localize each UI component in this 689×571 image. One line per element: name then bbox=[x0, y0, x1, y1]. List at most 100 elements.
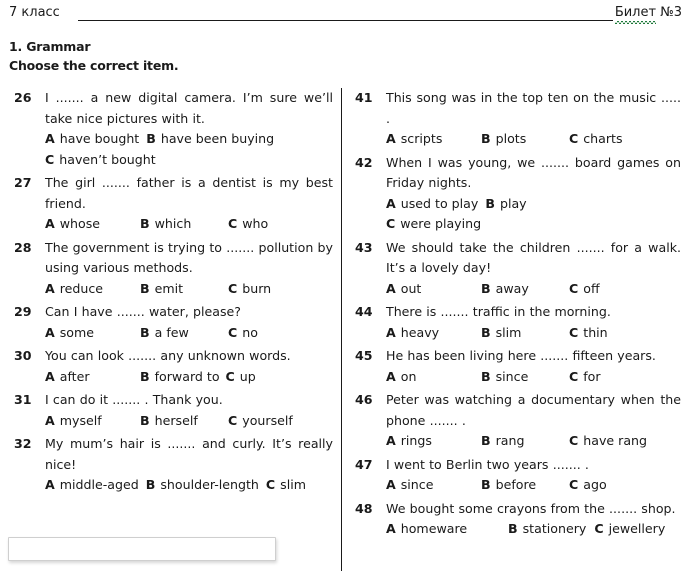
answer-option[interactable]: Arings bbox=[386, 431, 481, 452]
options-row: Aafter Bforward to Cup bbox=[45, 367, 341, 388]
answer-option[interactable]: Bbefore bbox=[481, 475, 569, 496]
question-item: 48 We bought some crayons from the ......… bbox=[351, 499, 689, 540]
answer-option[interactable]: Coff bbox=[569, 279, 600, 300]
answer-option[interactable]: Cwere playing bbox=[386, 214, 481, 235]
answer-option[interactable]: Bplots bbox=[481, 129, 569, 150]
answer-option[interactable]: Cfor bbox=[569, 367, 601, 388]
section-instruction: Choose the correct item. bbox=[9, 58, 179, 73]
option-letter: B bbox=[481, 433, 491, 448]
answer-option[interactable]: Aheavy bbox=[386, 323, 481, 344]
answer-option[interactable]: Cburn bbox=[228, 279, 271, 300]
option-letter: A bbox=[386, 521, 396, 536]
option-text: homeware bbox=[400, 521, 468, 536]
answer-option[interactable]: Ba few bbox=[140, 323, 228, 344]
answer-option[interactable]: Asince bbox=[386, 475, 481, 496]
option-text: myself bbox=[59, 412, 102, 428]
answer-option[interactable]: Awhose bbox=[45, 214, 140, 235]
left-question-column: 26 I ....... a new digital camera. I’m su… bbox=[0, 88, 341, 571]
answer-option[interactable]: Brang bbox=[481, 431, 569, 452]
option-text: since bbox=[495, 368, 529, 384]
option-letter: C bbox=[386, 216, 396, 231]
option-text: scripts bbox=[400, 131, 443, 146]
answer-option[interactable]: Aout bbox=[386, 279, 481, 300]
option-letter: B bbox=[508, 521, 518, 536]
option-letter: C bbox=[569, 477, 579, 492]
question-text: There is ....... traffic in the morning. bbox=[386, 304, 611, 319]
answer-option[interactable]: Amiddle-aged bbox=[45, 475, 139, 496]
answer-option[interactable]: Aafter bbox=[45, 367, 140, 388]
options-row: Aheavy Bslim Cthin bbox=[386, 323, 689, 344]
option-text: forward to bbox=[154, 368, 220, 384]
answer-option[interactable]: Asome bbox=[45, 323, 140, 344]
answer-option[interactable]: Ahomeware bbox=[386, 519, 508, 540]
question-body: We bought some crayons from the ....... … bbox=[386, 499, 689, 540]
answer-option[interactable]: Bemit bbox=[140, 279, 228, 300]
option-letter: B bbox=[140, 280, 150, 296]
question-text: My mum’s hair is ....... and curly. It’s… bbox=[45, 436, 333, 472]
option-text: used to play bbox=[400, 195, 479, 211]
option-text: have been buying bbox=[160, 131, 275, 146]
options-row: Aon Bsince Cfor bbox=[386, 367, 689, 388]
answer-option[interactable]: Cthin bbox=[569, 323, 608, 344]
answer-option[interactable]: Ascripts bbox=[386, 129, 481, 150]
answer-option[interactable]: Chaven’t bought bbox=[45, 150, 156, 171]
answer-option[interactable]: Cup bbox=[226, 367, 256, 388]
answer-option[interactable]: Cjewellery bbox=[594, 519, 665, 540]
answer-option[interactable]: Bforward to bbox=[140, 367, 220, 388]
option-letter: A bbox=[45, 324, 55, 340]
answer-option[interactable]: Ahave bought bbox=[45, 129, 139, 150]
answer-option[interactable]: Bshoulder-length bbox=[146, 475, 259, 496]
option-letter: A bbox=[386, 195, 396, 211]
options-row: Arings Brang Chave rang bbox=[386, 431, 689, 452]
options-row: Ahave bought Bhave been buying bbox=[45, 129, 341, 150]
answer-option[interactable]: Bwhich bbox=[140, 214, 228, 235]
option-letter: B bbox=[146, 131, 156, 146]
question-text: I can do it ....... . Thank you. bbox=[45, 392, 223, 407]
option-text: burn bbox=[242, 280, 272, 296]
answer-option[interactable]: Cago bbox=[569, 475, 607, 496]
option-letter: C bbox=[569, 324, 579, 340]
question-number: 48 bbox=[355, 500, 373, 516]
option-text: which bbox=[154, 216, 192, 231]
answer-option[interactable]: Bherself bbox=[140, 411, 228, 432]
question-item: 26 I ....... a new digital camera. I’m su… bbox=[0, 88, 341, 170]
answer-option[interactable]: Ccharts bbox=[569, 129, 623, 150]
answer-option[interactable]: Chave rang bbox=[569, 431, 647, 452]
answer-option[interactable]: Bslim bbox=[481, 323, 569, 344]
question-number: 27 bbox=[14, 175, 32, 190]
question-text: He has been living here ....... fifteen … bbox=[386, 348, 656, 363]
answer-option[interactable]: Bsince bbox=[481, 367, 569, 388]
answer-option[interactable]: Cno bbox=[228, 323, 258, 344]
left-question-list: 26 I ....... a new digital camera. I’m su… bbox=[0, 88, 341, 496]
answer-option[interactable]: Cwho bbox=[228, 214, 268, 235]
answer-option[interactable]: Baway bbox=[481, 279, 569, 300]
question-text: The girl ....... father is a dentist is … bbox=[45, 175, 333, 211]
question-text: When I was young, we ....... board games… bbox=[386, 154, 681, 191]
answer-option[interactable]: Aused to play bbox=[386, 194, 478, 215]
page-header: 7 класс Билет №3 bbox=[0, 0, 689, 28]
answer-input[interactable] bbox=[8, 537, 276, 561]
answer-option[interactable]: Bhave been buying bbox=[146, 129, 274, 150]
answer-option[interactable]: Bplay bbox=[485, 194, 526, 215]
question-body: He has been living here ....... fifteen … bbox=[386, 346, 689, 387]
answer-option[interactable]: Cslim bbox=[266, 475, 306, 496]
option-text: reduce bbox=[59, 280, 104, 296]
question-item: 41 This song was in the top ten on the mu… bbox=[351, 88, 689, 150]
answer-option[interactable]: Amyself bbox=[45, 411, 140, 432]
question-number: 44 bbox=[355, 304, 373, 319]
question-text: We should take the children ....... for … bbox=[386, 239, 681, 276]
option-letter: A bbox=[45, 368, 55, 384]
option-text: a few bbox=[154, 324, 189, 340]
answer-option[interactable]: Areduce bbox=[45, 279, 140, 300]
options-row: Ahomeware Bstationery Cjewellery bbox=[386, 519, 689, 540]
option-letter: A bbox=[45, 477, 55, 492]
answer-option[interactable]: Cyourself bbox=[228, 411, 293, 432]
question-number: 28 bbox=[14, 239, 32, 255]
option-text: whose bbox=[59, 216, 101, 231]
answer-option[interactable]: Aon bbox=[386, 367, 481, 388]
options-row: Areduce Bemit Cburn bbox=[45, 279, 341, 300]
option-text: for bbox=[583, 368, 601, 384]
answer-option[interactable]: Bstationery bbox=[508, 519, 586, 540]
option-text: who bbox=[242, 216, 269, 231]
question-text: You can look ....... any unknown words. bbox=[45, 348, 291, 363]
